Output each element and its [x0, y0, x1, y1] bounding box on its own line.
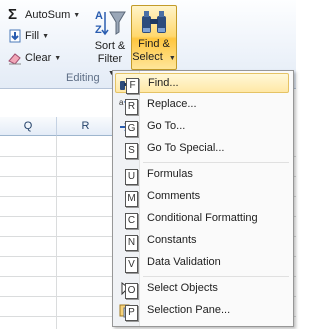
keytip-u: U — [125, 169, 138, 185]
keytip-p: P — [125, 305, 138, 321]
find-select-button[interactable]: Find & Select ▼ — [131, 5, 177, 70]
menu-item-label: Formulas — [147, 168, 193, 180]
sort-filter-label-line2: Filter — [97, 53, 123, 65]
find-select-label-line2-wrap: Select ▼ — [132, 51, 176, 65]
sort-filter-icon: A Z — [92, 6, 128, 40]
menu-item-label: Select Objects — [147, 282, 218, 294]
fill-label: Fill — [25, 30, 40, 42]
menu-separator — [143, 276, 289, 277]
fill-button[interactable]: Fill ▼ — [8, 27, 49, 45]
svg-text:a: a — [119, 98, 124, 107]
chevron-down-icon: ▼ — [73, 11, 81, 19]
keytip-g: G — [125, 121, 138, 137]
column-header-r[interactable]: R — [57, 117, 115, 136]
menu-item-go-to-special[interactable]: S Go To Special... — [115, 139, 289, 159]
autosum-button[interactable]: Σ AutoSum ▼ — [8, 6, 80, 24]
keytip-v: V — [125, 257, 138, 273]
svg-text:A: A — [95, 10, 103, 22]
menu-item-conditional-formatting[interactable]: C Conditional Formatting — [115, 209, 289, 229]
find-select-label-line1: Find & — [138, 38, 170, 50]
menu-item-label: Go To... — [147, 120, 186, 132]
editing-group-label: Editing — [66, 72, 100, 84]
chevron-down-icon: ▼ — [168, 55, 176, 62]
menu-separator — [143, 162, 289, 163]
column-gridline — [56, 136, 57, 329]
keytip-r: R — [125, 99, 138, 115]
keytip-n: N — [125, 235, 138, 251]
find-select-menu: F Find... ab R Replace... G Go To... S G… — [112, 70, 294, 327]
clear-button[interactable]: Clear ▼ — [8, 49, 61, 67]
menu-item-go-to[interactable]: G Go To... — [115, 117, 289, 137]
menu-item-data-validation[interactable]: V Data Validation — [115, 253, 289, 273]
autosum-label: AutoSum — [25, 9, 71, 21]
menu-item-label: Selection Pane... — [147, 304, 231, 316]
menu-item-select-objects[interactable]: O Select Objects — [115, 279, 289, 299]
chevron-down-icon: ▼ — [54, 54, 62, 62]
menu-item-selection-pane[interactable]: P Selection Pane... — [115, 301, 289, 321]
menu-item-label: Comments — [147, 190, 201, 202]
clear-label: Clear — [25, 52, 52, 64]
fill-down-icon — [8, 29, 22, 43]
menu-item-replace[interactable]: ab R Replace... — [115, 95, 289, 115]
column-header-q[interactable]: Q — [0, 117, 57, 136]
keytip-o: O — [125, 283, 138, 299]
keytip-f: F — [126, 78, 139, 94]
chevron-down-icon: ▼ — [42, 32, 49, 40]
sort-filter-button[interactable]: A Z Sort & Filter ▼ — [92, 6, 128, 80]
keytip-s: S — [125, 143, 138, 159]
keytip-c: C — [125, 213, 138, 229]
keytip-m: M — [125, 191, 138, 207]
menu-item-find[interactable]: F Find... — [115, 73, 289, 94]
eraser-icon — [8, 51, 22, 65]
menu-item-comments[interactable]: M Comments — [115, 187, 289, 207]
menu-item-constants[interactable]: N Constants — [115, 231, 289, 251]
menu-item-label: Go To Special... — [147, 142, 225, 154]
menu-item-formulas[interactable]: U Formulas — [115, 165, 289, 185]
sort-filter-label-line1: Sort & — [94, 40, 126, 52]
svg-text:Z: Z — [95, 24, 102, 36]
menu-item-label: Data Validation — [147, 256, 221, 268]
menu-item-label: Replace... — [147, 98, 197, 110]
sigma-icon: Σ — [8, 6, 18, 23]
find-select-label-line2: Select — [132, 51, 163, 63]
menu-item-label: Find... — [148, 77, 179, 89]
menu-item-label: Constants — [147, 234, 197, 246]
menu-item-label: Conditional Formatting — [147, 212, 258, 224]
binoculars-icon — [132, 6, 176, 38]
